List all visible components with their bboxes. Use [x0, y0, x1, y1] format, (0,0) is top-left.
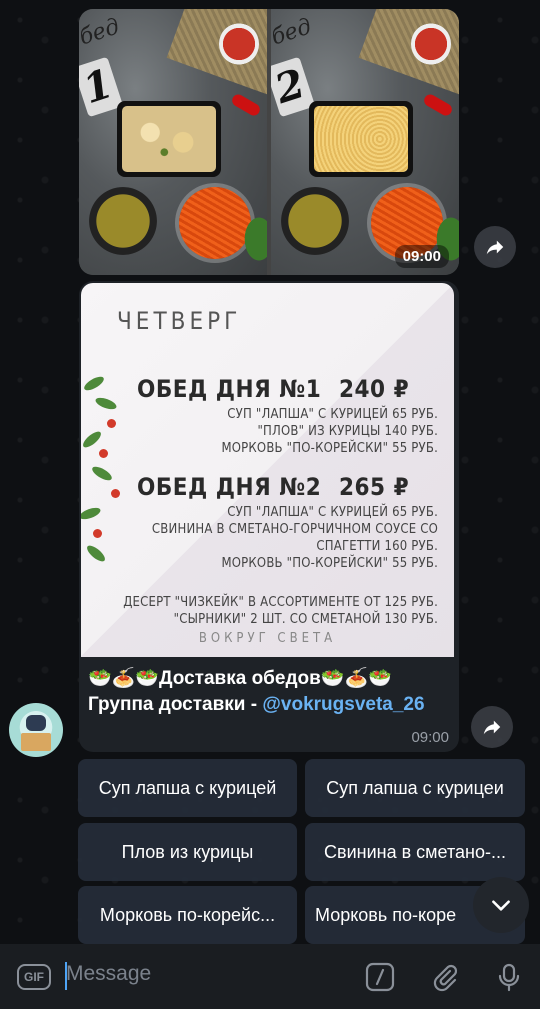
- menu-day: ЧЕТВЕРГ: [117, 307, 242, 335]
- chevron-down-icon: [492, 900, 510, 911]
- berry-branch-decoration: [81, 369, 127, 569]
- menu-line: СУП "ЛАПША" С КУРИЦЕЙ 65 РУБ.: [227, 407, 438, 422]
- lunch-2-price: 265 ₽: [339, 473, 410, 501]
- message-time: 09:00: [394, 245, 449, 268]
- soup-bowl: [89, 187, 157, 255]
- chili-pepper: [230, 92, 262, 118]
- food-container: [309, 101, 413, 177]
- dessert-line: "СЫРНИКИ" 2 ШТ. СО СМЕТАНОЙ 130 РУБ.: [173, 612, 438, 627]
- box-icon: [21, 733, 51, 751]
- scroll-down-button[interactable]: [473, 877, 529, 933]
- microphone-icon[interactable]: [494, 962, 524, 992]
- menu-line: МОРКОВЬ "ПО-КОРЕЙСКИ" 55 РУБ.: [221, 441, 438, 456]
- keyboard-button-carrot[interactable]: Морковь по-корейс...: [78, 886, 297, 944]
- lunch-photo-1[interactable]: Обед 1: [79, 9, 267, 275]
- sender-avatar[interactable]: [9, 703, 63, 757]
- post-caption: 🥗🍝🥗Доставка обедов🥗🍝🥗 Группа доставки - …: [88, 666, 448, 718]
- food-container: [117, 101, 221, 177]
- menu-line: СУП "ЛАПША" С КУРИЦЕЙ 65 РУБ.: [227, 505, 438, 520]
- menu-line: СПАГЕТТИ 160 РУБ.: [316, 539, 438, 554]
- keyboard-button-soup[interactable]: Суп лапша с курицей: [78, 759, 297, 817]
- message-input[interactable]: Message: [66, 962, 151, 986]
- robot-icon: [26, 715, 46, 731]
- tag-title: Обед: [271, 14, 315, 57]
- paperclip-icon[interactable]: [430, 962, 460, 992]
- tag-title: Обед: [79, 14, 123, 57]
- keyboard-button-pilaf[interactable]: Плов из курицы: [78, 823, 297, 881]
- leaf-decoration: [239, 209, 267, 269]
- lunch-1-title: ОБЕД ДНЯ №1: [137, 375, 322, 403]
- keyboard-button-pork[interactable]: Свинина в сметано-...: [305, 823, 525, 881]
- share-icon: [483, 720, 501, 735]
- caption-text: Группа доставки -: [88, 694, 263, 715]
- share-button[interactable]: [474, 226, 516, 268]
- menu-post-bubble[interactable]: ЧЕТВЕРГ ОБЕД ДНЯ №1 240 ₽ СУП "ЛАПША" С …: [79, 281, 459, 752]
- group-link[interactable]: @vokrugsveta_26: [262, 694, 424, 715]
- menu-line: МОРКОВЬ "ПО-КОРЕЙСКИ" 55 РУБ.: [221, 556, 438, 571]
- brand-footer: ВОКРУГ СВЕТА: [198, 631, 337, 646]
- lunch-1-price: 240 ₽: [339, 375, 410, 403]
- slash-command-icon[interactable]: [365, 962, 395, 992]
- share-icon: [486, 240, 504, 255]
- sauce-jar: [411, 23, 451, 65]
- dessert-line: ДЕСЕРТ "ЧИЗКЕЙК" В АССОРТИМЕНТЕ ОТ 125 Р…: [123, 595, 438, 610]
- menu-image[interactable]: ЧЕТВЕРГ ОБЕД ДНЯ №1 240 ₽ СУП "ЛАПША" С …: [81, 283, 454, 657]
- gif-button[interactable]: GIF: [17, 964, 51, 990]
- chili-pepper: [422, 92, 454, 118]
- lunch-photo-2[interactable]: Обед 2 09:00: [271, 9, 459, 275]
- message-time: 09:00: [411, 729, 449, 746]
- menu-line: СВИНИНА В СМЕТАНО-ГОРЧИЧНОМ СОУСЕ СО: [151, 522, 438, 537]
- keyboard-button-soup-2[interactable]: Суп лапша с курицеи: [305, 759, 525, 817]
- sauce-jar: [219, 23, 259, 65]
- caption-title: 🥗🍝🥗Доставка обедов🥗🍝🥗: [88, 668, 392, 689]
- photo-album[interactable]: Обед 1 Обед 2 09:00: [79, 9, 459, 275]
- message-input-bar: GIF Message: [0, 944, 540, 1009]
- lunch-2-title: ОБЕД ДНЯ №2: [137, 473, 322, 501]
- share-button[interactable]: [471, 706, 513, 748]
- menu-line: "ПЛОВ" ИЗ КУРИЦЫ 140 РУБ.: [257, 424, 438, 439]
- soup-bowl: [281, 187, 349, 255]
